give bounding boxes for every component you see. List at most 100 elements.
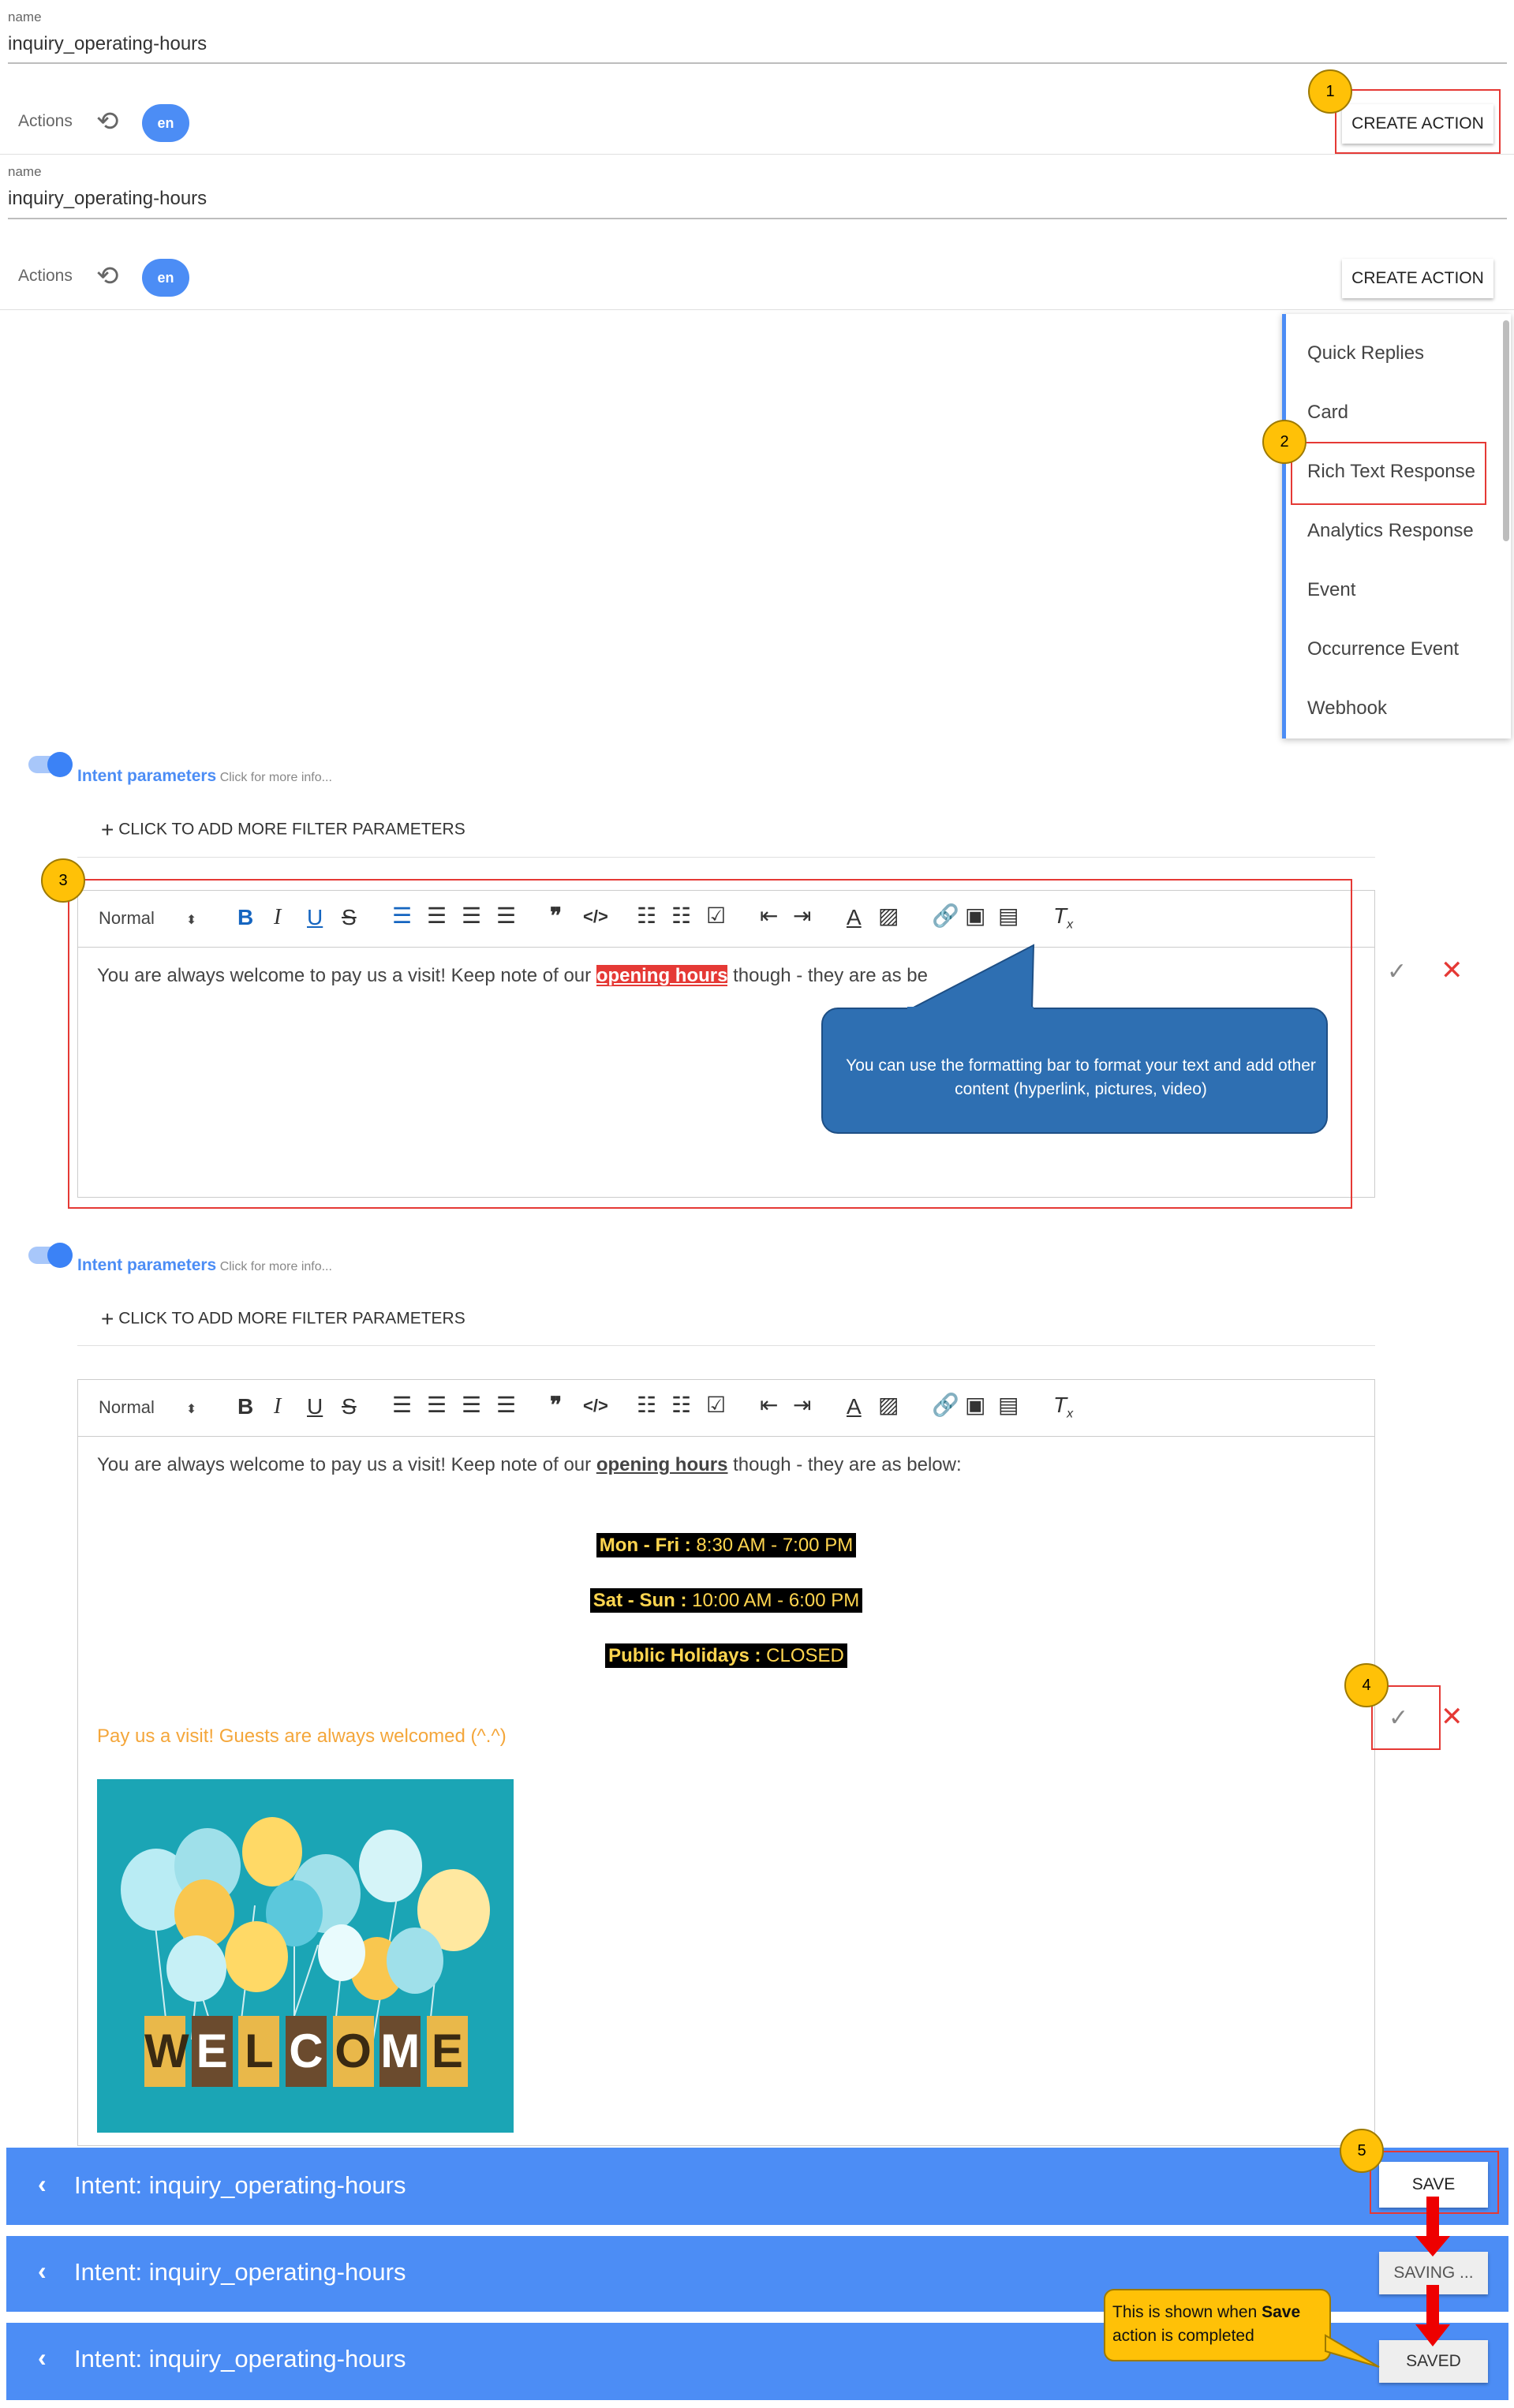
divider: [0, 154, 1514, 155]
divider: [0, 309, 1514, 310]
intent-parameters-label: Intent parameters: [77, 767, 217, 785]
action-type-menu: Quick Replies Card Rich Text Response An…: [1282, 314, 1511, 738]
banner-letter: L: [238, 2016, 280, 2087]
intent-parameters-info: Click for more info...: [219, 1260, 332, 1273]
toggle-knob: [47, 1243, 73, 1268]
name-label: name: [8, 9, 42, 24]
intent-parameters-info: Click for more info...: [219, 771, 332, 784]
sync-icon[interactable]: ⟲: [96, 108, 119, 135]
callout-text: You can use the formatting bar to format…: [846, 1056, 1316, 1098]
banner-letter: W: [144, 2016, 189, 2087]
text-style-select[interactable]: Normal ⬍: [99, 1397, 196, 1418]
align-justify-icon[interactable]: ☰: [496, 1394, 516, 1416]
intent-header-bar: ‹ Intent: inquiry_operating-hours SAVE: [6, 2148, 1508, 2225]
blockquote-icon[interactable]: ❞: [550, 1394, 562, 1416]
toggle-knob: [47, 752, 73, 777]
font-color-icon[interactable]: A: [847, 1396, 862, 1418]
editor-content[interactable]: You are always welcome to pay us a visit…: [97, 1454, 962, 1476]
cancel-x-icon[interactable]: ✕: [1441, 1701, 1464, 1733]
menu-item-quick-replies[interactable]: Quick Replies: [1307, 342, 1424, 365]
intent-title: Intent: inquiry_operating-hours: [74, 2345, 406, 2372]
language-en-chip[interactable]: en: [142, 259, 189, 297]
menu-item-analytics-response[interactable]: Analytics Response: [1307, 520, 1474, 542]
name-field[interactable]: inquiry_operating-hours: [8, 188, 207, 210]
flow-arrows: [1415, 2197, 1450, 2346]
intent-parameters[interactable]: Intent parameters Click for more info...: [77, 767, 332, 786]
menu-item-card[interactable]: Card: [1307, 402, 1348, 424]
add-filter-parameters-button[interactable]: + CLICK TO ADD MORE FILTER PARAMETERS: [101, 1307, 465, 1332]
callout-bubble: [821, 944, 1328, 1134]
name-underline: [8, 62, 1507, 64]
step-badge-2: 2: [1262, 420, 1307, 464]
welcome-banner: W E L C O M E: [144, 2016, 468, 2098]
confirm-check-icon[interactable]: ✓: [1389, 1704, 1408, 1732]
menu-item-webhook[interactable]: Webhook: [1307, 697, 1387, 720]
plus-icon: +: [101, 1307, 114, 1331]
video-icon[interactable]: ▤: [998, 1394, 1019, 1416]
name-field[interactable]: inquiry_operating-hours: [8, 33, 207, 55]
image-icon[interactable]: ▣: [965, 1394, 985, 1416]
clear-format-icon[interactable]: Tx: [1053, 1394, 1073, 1421]
opening-hours-text: opening hours: [596, 1454, 728, 1475]
highlight-box-2: [1291, 442, 1486, 505]
banner-letter: E: [191, 2016, 233, 2087]
back-chevron-icon[interactable]: ‹: [38, 2170, 47, 2199]
strikethrough-icon[interactable]: S: [342, 1396, 357, 1418]
banner-letter: C: [285, 2016, 327, 2087]
actions-label: Actions: [18, 112, 73, 130]
align-right-icon[interactable]: ☰: [462, 1394, 481, 1416]
language-en-chip[interactable]: en: [142, 104, 189, 142]
back-chevron-icon[interactable]: ‹: [38, 2343, 47, 2372]
bold-icon[interactable]: B: [237, 1396, 253, 1418]
step-badge-5: 5: [1340, 2129, 1384, 2173]
editor-text: You are always welcome to pay us a visit…: [97, 1454, 596, 1475]
link-icon[interactable]: 🔗: [932, 1394, 959, 1416]
plus-icon: +: [101, 817, 114, 842]
outdent-icon[interactable]: ⇤: [760, 1394, 778, 1416]
menu-item-event[interactable]: Event: [1307, 579, 1355, 601]
ordered-list-icon[interactable]: ☷: [637, 1394, 656, 1416]
intent-title: Intent: inquiry_operating-hours: [74, 2258, 406, 2286]
confirm-check-icon[interactable]: ✓: [1387, 958, 1407, 985]
editor-text: though - they are as below:: [727, 1454, 962, 1475]
formatting-toolbar: Normal ⬍ B I U S ☰ ☰ ☰ ☰ ❞ </> ☷ ☷ ☑ ⇤ ⇥ …: [78, 1380, 1374, 1437]
step-badge-3: 3: [41, 858, 85, 903]
underline-icon[interactable]: U: [307, 1396, 323, 1418]
indent-icon[interactable]: ⇥: [793, 1394, 811, 1416]
name-underline: [8, 218, 1507, 219]
italic-icon[interactable]: I: [274, 1396, 281, 1418]
menu-scrollbar[interactable]: [1503, 320, 1509, 541]
create-action-button[interactable]: CREATE ACTION: [1342, 104, 1493, 144]
sync-icon[interactable]: ⟲: [96, 263, 119, 290]
intent-parameters-label: Intent parameters: [77, 1256, 217, 1274]
intent-title: Intent: inquiry_operating-hours: [74, 2171, 406, 2199]
hours-line: Sat - Sun : 10:00 AM - 6:00 PM: [78, 1588, 1374, 1613]
actions-label: Actions: [18, 267, 73, 285]
bullet-list-icon[interactable]: ☷: [671, 1394, 691, 1416]
code-icon[interactable]: </>: [583, 1397, 608, 1415]
hours-line: Mon - Fri : 8:30 AM - 7:00 PM: [78, 1533, 1374, 1557]
align-left-icon[interactable]: ☰: [392, 1394, 412, 1416]
intent-parameters[interactable]: Intent parameters Click for more info...: [77, 1256, 332, 1275]
align-center-icon[interactable]: ☰: [427, 1394, 447, 1416]
cancel-x-icon[interactable]: ✕: [1441, 955, 1464, 986]
add-filter-parameters-button[interactable]: + CLICK TO ADD MORE FILTER PARAMETERS: [101, 817, 465, 843]
welcome-balloons-image: W E L C O M E: [97, 1779, 514, 2133]
banner-letter: E: [426, 2016, 468, 2087]
menu-item-occurrence-event[interactable]: Occurrence Event: [1307, 638, 1459, 660]
banner-letter: M: [379, 2016, 421, 2087]
background-color-icon[interactable]: ▨: [878, 1394, 899, 1416]
add-filter-label: CLICK TO ADD MORE FILTER PARAMETERS: [118, 820, 465, 839]
step-badge-4: 4: [1344, 1663, 1389, 1707]
step-badge-1: 1: [1308, 69, 1352, 114]
create-action-button[interactable]: CREATE ACTION: [1342, 259, 1493, 298]
saved-note-text: This is shown when Save action is comple…: [1112, 2303, 1301, 2345]
back-chevron-icon[interactable]: ‹: [38, 2257, 47, 2286]
divider: [77, 857, 1375, 858]
hours-line: Public Holidays : CLOSED: [78, 1643, 1374, 1668]
menu-accent-bar: [1282, 314, 1286, 738]
name-label: name: [8, 164, 42, 179]
add-filter-label: CLICK TO ADD MORE FILTER PARAMETERS: [118, 1309, 465, 1328]
checklist-icon[interactable]: ☑: [706, 1394, 726, 1416]
divider: [77, 1345, 1375, 1346]
